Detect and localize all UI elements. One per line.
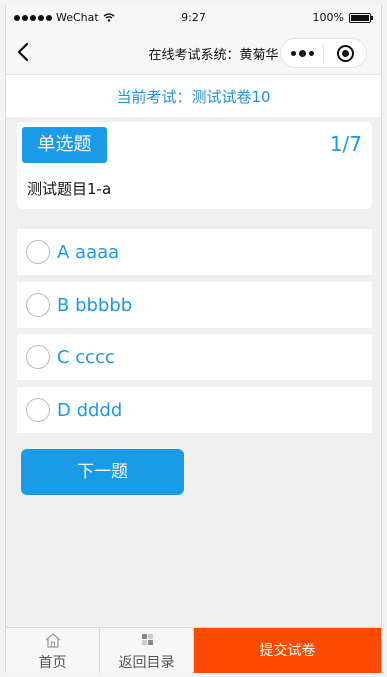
question-progress: 1/7 — [329, 132, 362, 156]
mini-program-capsule — [280, 38, 367, 68]
home-icon — [45, 633, 60, 648]
grid-icon — [141, 634, 153, 645]
radio-circle-icon[interactable] — [26, 345, 50, 369]
question-card: 单选题 1/7 测试题目1-a — [17, 122, 372, 209]
more-dots-icon[interactable] — [281, 39, 323, 67]
status-bar: WeChat 9:27 100% — [6, 5, 381, 29]
option-c[interactable]: C cccc — [17, 334, 372, 380]
tab-home[interactable]: 首页 — [6, 628, 100, 673]
tab-catalog[interactable]: 返回目录 — [100, 628, 194, 673]
battery-percent: 100% — [312, 11, 344, 24]
target-close-icon[interactable] — [324, 39, 366, 67]
status-right: 100% — [312, 11, 373, 24]
nav-bar: 在线考试系统：黄菊华 — [6, 29, 381, 75]
question-text: 测试题目1-a — [27, 180, 112, 198]
option-d[interactable]: D dddd — [17, 387, 372, 433]
option-b[interactable]: B bbbbb — [17, 282, 372, 328]
radio-circle-icon[interactable] — [26, 240, 50, 264]
option-label: A aaaa — [57, 241, 120, 263]
option-label: D dddd — [57, 399, 123, 421]
next-question-button[interactable]: 下一题 — [21, 449, 184, 495]
bottom-tab-bar: 首页 返回目录 提交试卷 — [6, 627, 381, 673]
app-frame: WeChat 9:27 100% 在线考试系统：黄菊华 当前考试：测试试卷10 … — [5, 5, 382, 673]
submit-exam-button[interactable]: 提交试卷 — [194, 628, 381, 673]
battery-icon — [349, 12, 373, 23]
question-type-badge: 单选题 — [22, 127, 107, 163]
radio-circle-icon[interactable] — [26, 398, 50, 422]
option-label: B bbbbb — [57, 294, 133, 316]
tab-catalog-label: 返回目录 — [118, 655, 175, 671]
option-label: C cccc — [57, 346, 115, 368]
option-a[interactable]: A aaaa — [17, 229, 372, 275]
radio-circle-icon[interactable] — [26, 293, 50, 317]
tab-home-label: 首页 — [38, 655, 67, 671]
current-exam-banner: 当前考试：测试试卷10 — [6, 75, 381, 117]
